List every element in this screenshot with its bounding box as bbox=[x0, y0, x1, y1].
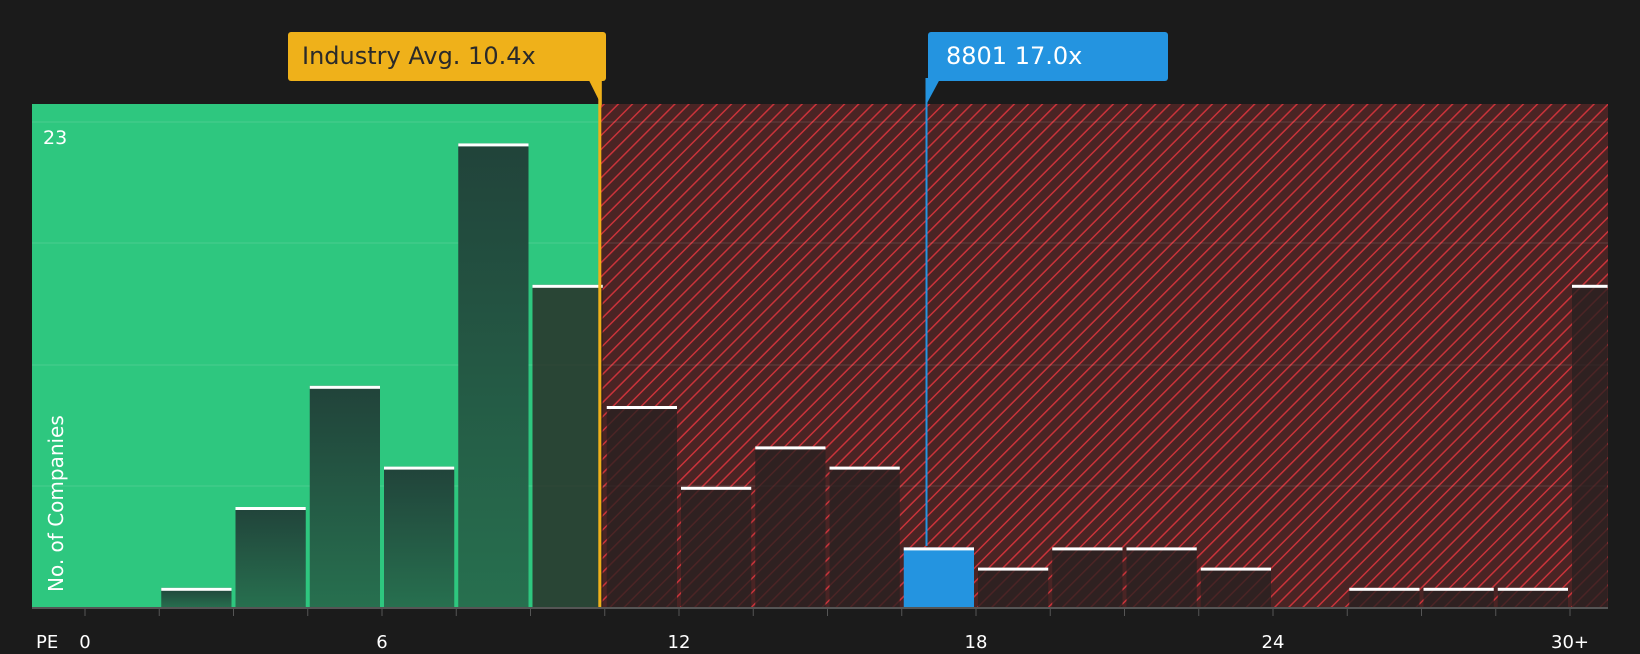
bar-5 bbox=[458, 143, 529, 608]
bar-cap-15 bbox=[1200, 567, 1271, 571]
bar-13 bbox=[1052, 547, 1123, 608]
bar-cap-3 bbox=[309, 385, 380, 389]
bar-cap-2 bbox=[235, 507, 306, 510]
bar-19 bbox=[1572, 284, 1608, 608]
y-max-label: 23 bbox=[43, 127, 67, 149]
x-tick-label-12: 12 bbox=[668, 632, 691, 650]
bar-11 bbox=[903, 547, 974, 608]
bar-cap-14 bbox=[1126, 547, 1197, 551]
pe-distribution-chart: PE 0 6 12 18 24 30+ No. of Companies 23 Industry… bbox=[0, 0, 1640, 653]
bar-cap-7 bbox=[606, 406, 677, 409]
bar-12 bbox=[978, 567, 1049, 608]
bar-cap-18 bbox=[1497, 587, 1568, 591]
bar-18 bbox=[1497, 587, 1568, 608]
bar-8 bbox=[681, 486, 752, 608]
bar-cap-9 bbox=[755, 446, 826, 450]
bar-2 bbox=[235, 507, 306, 608]
x-tick-label-18: 18 bbox=[965, 632, 988, 650]
bar-16 bbox=[1349, 587, 1420, 608]
bar-cap-17 bbox=[1423, 587, 1494, 591]
bar-9 bbox=[755, 446, 826, 608]
industry-callout-pointer bbox=[587, 78, 602, 106]
bar-cap-11 bbox=[903, 547, 974, 551]
bar-4 bbox=[384, 466, 455, 608]
bar-cap-8 bbox=[681, 486, 752, 490]
industry-average-callout: Industry Avg. 10.4x bbox=[288, 32, 606, 81]
y-axis-label: No. of Companies bbox=[44, 415, 68, 592]
x-tick-label-30+: 30+ bbox=[1551, 632, 1589, 650]
bar-cap-1 bbox=[161, 587, 232, 591]
bar-14 bbox=[1126, 547, 1197, 608]
x-tick-label-6: 6 bbox=[376, 632, 387, 650]
bar-cap-19 bbox=[1572, 284, 1608, 288]
bar-cap-4 bbox=[384, 466, 455, 470]
bar-10 bbox=[829, 466, 900, 608]
bar-cap-5 bbox=[458, 143, 529, 147]
bar-3 bbox=[309, 385, 380, 608]
x-tick-label-24: 24 bbox=[1262, 632, 1285, 650]
bar-1 bbox=[161, 587, 232, 608]
bar-6 bbox=[532, 284, 603, 608]
company-callout-pointer bbox=[925, 78, 941, 106]
company-pe-callout: 8801 17.0x bbox=[928, 32, 1168, 81]
chart-svg: PE 0 6 12 18 24 30+ No. of Companies 23 bbox=[32, 74, 1608, 653]
bar-17 bbox=[1423, 587, 1494, 608]
bar-cap-12 bbox=[978, 567, 1049, 571]
x-tick-label-0: 0 bbox=[79, 632, 90, 650]
bar-7 bbox=[606, 406, 677, 608]
bar-15 bbox=[1200, 567, 1271, 608]
bar-cap-10 bbox=[829, 466, 900, 470]
bar-cap-16 bbox=[1349, 587, 1420, 591]
bar-cap-6 bbox=[532, 284, 603, 288]
bar-cap-13 bbox=[1052, 547, 1123, 551]
x-axis-label: PE bbox=[36, 632, 58, 650]
